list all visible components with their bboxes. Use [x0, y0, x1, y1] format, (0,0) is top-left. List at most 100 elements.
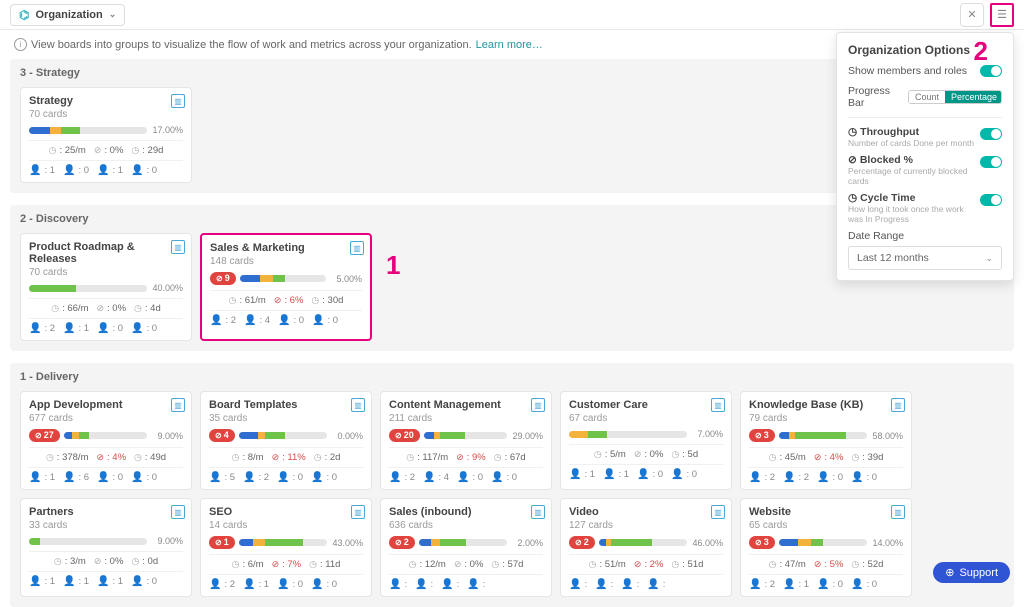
- member-count: 👤: 1: [29, 576, 55, 587]
- user-icon: 👤: [415, 579, 427, 590]
- board-card[interactable]: ▥ Strategy 70 cards 17.00% ◷: 25/m ⊘: 0%…: [20, 87, 192, 183]
- user-icon: 👤: [97, 472, 109, 483]
- user-icon: 👤: [131, 472, 143, 483]
- board-card[interactable]: ▥ Sales & Marketing 148 cards 95.00% ◷: …: [200, 233, 372, 341]
- board-icon[interactable]: ▥: [171, 398, 185, 412]
- board-icon[interactable]: ▥: [171, 94, 185, 108]
- card-title: Partners: [29, 506, 183, 518]
- progress-bar: [779, 432, 867, 439]
- board-icon[interactable]: ▥: [891, 398, 905, 412]
- board-card[interactable]: ▥ Sales (inbound) 636 cards 22.00% ◷: 12…: [380, 498, 552, 597]
- card-members: 👤: 2👤: 1👤: 0👤: 0: [749, 574, 903, 590]
- percentage-option[interactable]: Percentage: [945, 91, 1002, 103]
- blocked-badge: 20: [389, 429, 420, 442]
- board-card[interactable]: ▥ Content Management 211 cards 2029.00% …: [380, 391, 552, 490]
- clock-icon: ◷: [848, 192, 857, 204]
- board-icon[interactable]: ▥: [711, 398, 725, 412]
- cycle-toggle[interactable]: [980, 194, 1002, 206]
- card-subtitle: 67 cards: [569, 413, 723, 424]
- board-icon[interactable]: ▥: [350, 241, 364, 255]
- support-button[interactable]: ⊕ Support: [933, 562, 1010, 583]
- blocked-icon: ⊘: [94, 556, 102, 567]
- cycle-icon: ◷: [309, 559, 317, 570]
- user-icon: 👤: [783, 579, 795, 590]
- member-count: 👤: 2: [210, 315, 236, 326]
- member-count: 👤: 0: [311, 472, 337, 483]
- count-option[interactable]: Count: [909, 91, 945, 103]
- user-icon: 👤: [467, 579, 479, 590]
- card-title: Customer Care: [569, 399, 723, 411]
- member-count: 👤: 0: [491, 472, 517, 483]
- board-card[interactable]: ▥ Board Templates 35 cards 40.00% ◷: 8/m…: [200, 391, 372, 490]
- progress-bar: [569, 431, 687, 438]
- cycle-icon: ◷: [671, 559, 679, 570]
- org-selector[interactable]: ⌬ Organization ⌄: [10, 4, 125, 26]
- member-count: 👤: 1: [63, 576, 89, 587]
- progress-percent: 46.00%: [691, 538, 723, 548]
- member-count: 👤: 6: [63, 472, 89, 483]
- settings-button[interactable]: ☰: [990, 3, 1014, 27]
- support-label: Support: [959, 567, 998, 579]
- board-icon[interactable]: ▥: [711, 505, 725, 519]
- card-members: 👤: 5👤: 2👤: 0👤: 0: [209, 467, 363, 483]
- throughput-label: Throughput: [860, 126, 919, 138]
- board-icon[interactable]: ▥: [171, 240, 185, 254]
- member-count: 👤: 0: [63, 165, 89, 176]
- board-card[interactable]: ▥ Partners 33 cards 9.00% ◷: 3/m ⊘: 0% ◷…: [20, 498, 192, 597]
- board-card[interactable]: ▥ SEO 14 cards 143.00% ◷: 6/m ⊘: 7% ◷: 1…: [200, 498, 372, 597]
- member-count: 👤: 4: [244, 315, 270, 326]
- card-metrics: ◷: 5/m ⊘: 0% ◷: 5d: [569, 444, 723, 464]
- member-count: 👤: 0: [277, 472, 303, 483]
- board-icon[interactable]: ▥: [531, 505, 545, 519]
- board-card[interactable]: ▥ Website 65 cards 314.00% ◷: 47/m ⊘: 5%…: [740, 498, 912, 597]
- board-icon[interactable]: ▥: [171, 505, 185, 519]
- card-members: 👤: 2👤: 4👤: 0👤: 0: [210, 310, 362, 326]
- board-card[interactable]: ▥ App Development 677 cards 279.00% ◷: 3…: [20, 391, 192, 490]
- member-count: 👤: 1: [243, 579, 269, 590]
- user-icon: 👤: [637, 469, 649, 480]
- member-count: 👤: 0: [278, 315, 304, 326]
- user-icon: 👤: [29, 165, 41, 176]
- progress-bar: [29, 127, 147, 134]
- member-count: 👤:: [467, 579, 485, 590]
- user-icon: 👤: [97, 323, 109, 334]
- annotation-2: 2: [974, 36, 988, 67]
- board-card[interactable]: ▥ Video 127 cards 246.00% ◷: 51/m ⊘: 2% …: [560, 498, 732, 597]
- user-icon: 👤: [131, 165, 143, 176]
- member-count: 👤: 2: [749, 579, 775, 590]
- magic-icon-button[interactable]: ✕: [960, 3, 984, 27]
- card-metrics: ◷: 6/m ⊘: 7% ◷: 11d: [209, 554, 363, 574]
- card-metrics: ◷: 51/m ⊘: 2% ◷: 51d: [569, 554, 723, 574]
- blocked-icon: ⊘: [814, 452, 822, 463]
- member-count: 👤: 1: [97, 165, 123, 176]
- throughput-toggle[interactable]: [980, 128, 1002, 140]
- user-icon: 👤: [29, 472, 41, 483]
- blocked-badge: 2: [569, 536, 595, 549]
- blocked-icon: ⊘: [274, 295, 282, 306]
- board-icon[interactable]: ▥: [891, 505, 905, 519]
- blocked-toggle[interactable]: [980, 156, 1002, 168]
- board-card[interactable]: ▥ Knowledge Base (KB) 79 cards 358.00% ◷…: [740, 391, 912, 490]
- card-subtitle: 79 cards: [749, 413, 903, 424]
- board-card[interactable]: ▥ Customer Care 67 cards 7.00% ◷: 5/m ⊘:…: [560, 391, 732, 490]
- progress-mode-toggle[interactable]: Count Percentage: [908, 90, 1002, 104]
- member-count: 👤: 4: [423, 472, 449, 483]
- board-card[interactable]: ▥ Product Roadmap & Releases 70 cards 40…: [20, 233, 192, 341]
- user-icon: 👤: [97, 576, 109, 587]
- blocked-icon: ⊘: [456, 452, 464, 463]
- card-metrics: ◷: 25/m ⊘: 0% ◷: 29d: [29, 140, 183, 160]
- user-icon: 👤: [277, 579, 289, 590]
- member-count: 👤: 0: [671, 469, 697, 480]
- member-count: 👤:: [389, 579, 407, 590]
- progress-bar: [29, 285, 147, 292]
- member-count: 👤: 1: [29, 472, 55, 483]
- throughput-icon: ◷: [229, 295, 237, 306]
- board-icon[interactable]: ▥: [531, 398, 545, 412]
- board-icon[interactable]: ▥: [351, 398, 365, 412]
- throughput-icon: ◷: [232, 559, 240, 570]
- user-icon: 👤: [851, 579, 863, 590]
- date-range-dropdown[interactable]: Last 12 months ⌄: [848, 246, 1002, 270]
- user-icon: 👤: [783, 472, 795, 483]
- learn-more-link[interactable]: Learn more…: [476, 39, 543, 51]
- board-icon[interactable]: ▥: [351, 505, 365, 519]
